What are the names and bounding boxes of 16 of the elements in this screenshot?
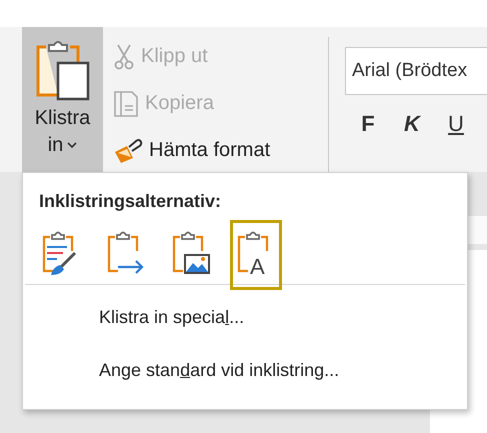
menu-heading: Inklistringsalternativ: <box>39 191 222 212</box>
menu-item[interactable]: Klistra in special... <box>99 307 244 328</box>
menu-item[interactable]: Ange standard vid inklistring... <box>99 360 340 381</box>
format-painter-button[interactable]: Hämta format <box>109 129 328 172</box>
bold-button[interactable]: F <box>355 111 381 137</box>
clipboard-image-icon <box>171 229 211 277</box>
clipboard-icon <box>34 39 92 101</box>
paste-button[interactable]: Klistra in <box>22 27 103 172</box>
keep-text-only-option[interactable]: A <box>230 220 282 290</box>
font-name-field[interactable]: Arial (Brödtex <box>345 47 487 95</box>
italic-button[interactable]: K <box>399 111 425 137</box>
caret-icon <box>67 142 78 150</box>
copy-icon <box>113 90 139 118</box>
format-painter-icon <box>113 138 143 164</box>
scissors-icon <box>113 44 135 70</box>
underline-button[interactable]: U <box>443 111 469 137</box>
